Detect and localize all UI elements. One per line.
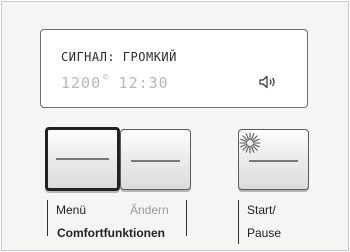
spin-speed-readout: 1200: [61, 74, 102, 92]
start-pause-button[interactable]: [238, 129, 309, 190]
display-info-row: 1200 © 12:30: [61, 73, 169, 92]
comfort-functions-label: Comfortfunktionen: [57, 226, 165, 240]
temperature-symbol: ©: [103, 73, 109, 83]
control-panel: СИГНАЛ: ГРОМКИЙ 1200 © 12:30 Menü Ändern…: [1, 1, 349, 251]
start-button-bar: [249, 160, 298, 162]
start-label-line2: Pause: [247, 226, 282, 240]
change-button[interactable]: [120, 129, 191, 190]
start-label-line1: Start/: [247, 203, 276, 217]
menu-button-bar: [56, 158, 109, 160]
lcd-display: СИГНАЛ: ГРОМКИЙ 1200 © 12:30: [40, 29, 308, 108]
menu-button[interactable]: [45, 127, 120, 191]
start-group-bracket: [238, 200, 239, 244]
change-button-bar: [131, 160, 180, 162]
starburst-icon: [239, 132, 261, 154]
menu-group-left-bracket: [47, 200, 48, 236]
menu-group-right-bracket: [186, 200, 187, 236]
change-label: Ändern: [130, 203, 169, 217]
time-readout: 12:30: [118, 74, 169, 92]
speaker-icon: [259, 75, 275, 89]
display-status-text: СИГНАЛ: ГРОМКИЙ: [61, 50, 177, 64]
menu-label: Menü: [56, 203, 87, 217]
